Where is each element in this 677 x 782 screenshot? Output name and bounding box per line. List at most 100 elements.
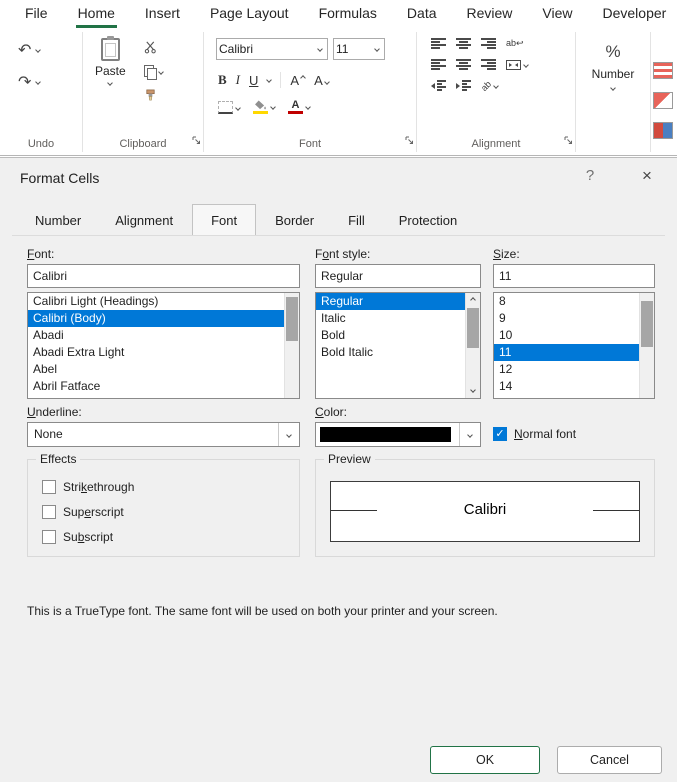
dialog-tab-border[interactable]: Border <box>260 207 329 235</box>
chevron-down-icon[interactable] <box>266 77 273 83</box>
wrap-text-button[interactable]: ab↩ <box>506 38 524 49</box>
font-size-combo[interactable] <box>333 38 385 60</box>
redo-button[interactable]: ↷ <box>18 72 82 92</box>
dialog-tab-number[interactable]: Number <box>20 207 96 235</box>
help-button[interactable]: ? <box>579 167 601 184</box>
borders-button[interactable] <box>218 101 241 114</box>
font-option[interactable]: Calibri Light (Headings) <box>28 293 299 310</box>
close-button[interactable]: × <box>635 166 659 186</box>
increase-indent-button[interactable] <box>456 80 471 91</box>
top-align-button[interactable] <box>431 38 446 49</box>
font-dialog-launcher[interactable] <box>405 133 414 151</box>
number-format-button[interactable]: % Number <box>576 28 650 91</box>
scroll-down-arrow[interactable] <box>466 384 480 398</box>
dropdown-button[interactable] <box>278 423 299 446</box>
scrollbar-thumb[interactable] <box>641 301 653 347</box>
copy-button[interactable] <box>143 64 164 80</box>
font-option[interactable]: Abadi <box>28 327 299 344</box>
tab-review[interactable]: Review <box>452 0 528 28</box>
font-option[interactable]: Abril Fatface <box>28 378 299 395</box>
dialog-tab-alignment[interactable]: Alignment <box>100 207 188 235</box>
cell-styles-icon[interactable] <box>653 122 673 139</box>
decrease-font-size-button[interactable]: A <box>314 73 330 88</box>
font-name-ribbon-input[interactable] <box>219 42 302 56</box>
effects-label: Effects <box>36 452 81 466</box>
dialog-tab-protection[interactable]: Protection <box>384 207 473 235</box>
style-option[interactable]: Italic <box>316 310 480 327</box>
font-list: Calibri Light (Headings) Calibri (Body) … <box>27 292 300 399</box>
tab-file[interactable]: File <box>10 0 63 28</box>
size-option[interactable]: 8 <box>494 293 654 310</box>
bottom-align-button[interactable] <box>481 38 496 49</box>
align-left-button[interactable] <box>431 59 446 70</box>
merge-center-button[interactable] <box>506 59 529 70</box>
size-option-selected[interactable]: 11 <box>494 344 654 361</box>
tab-developer[interactable]: Developer <box>588 0 677 28</box>
chevron-down-icon <box>374 46 380 52</box>
superscript-checkbox[interactable]: Superscript <box>42 505 124 519</box>
cut-button[interactable] <box>144 40 163 55</box>
size-list-scrollbar[interactable] <box>639 293 654 398</box>
cancel-button[interactable]: Cancel <box>557 746 662 774</box>
chevron-down-icon <box>323 78 330 85</box>
tab-data[interactable]: Data <box>392 0 452 28</box>
chevron-down-icon <box>35 79 42 85</box>
clipboard-dialog-launcher[interactable] <box>192 133 201 151</box>
undo-button[interactable]: ↶ <box>18 40 82 60</box>
color-dropdown[interactable] <box>315 422 481 447</box>
style-option[interactable]: Bold Italic <box>316 344 480 361</box>
bold-button[interactable]: B <box>218 72 227 88</box>
font-option[interactable]: Abadi Extra Light <box>28 344 299 361</box>
format-as-table-icon[interactable] <box>653 92 673 109</box>
align-center-button[interactable] <box>456 59 471 70</box>
subscript-checkbox[interactable]: Subscript <box>42 530 113 544</box>
scroll-up-arrow[interactable] <box>466 293 480 307</box>
tab-insert[interactable]: Insert <box>130 0 195 28</box>
normal-font-checkbox[interactable]: ✓ Normal font <box>493 427 576 441</box>
dropdown-button[interactable] <box>459 423 480 446</box>
style-option-selected[interactable]: Regular <box>316 293 480 310</box>
size-option[interactable]: 9 <box>494 310 654 327</box>
tab-formulas[interactable]: Formulas <box>304 0 392 28</box>
chevron-down-icon <box>35 47 42 53</box>
strikethrough-checkbox[interactable]: Strikethrough <box>42 480 134 494</box>
font-color-button[interactable]: A <box>288 100 311 114</box>
orientation-button[interactable]: ab <box>479 78 499 93</box>
font-style-input[interactable] <box>315 264 481 288</box>
decrease-indent-button[interactable] <box>431 80 446 91</box>
tab-view[interactable]: View <box>527 0 587 28</box>
align-right-button[interactable] <box>481 59 496 70</box>
ribbon-group-undo: ↶ ↷ Undo <box>0 28 82 155</box>
dialog-tab-fill[interactable]: Fill <box>333 207 380 235</box>
format-painter-button[interactable] <box>144 88 163 103</box>
font-option-selected[interactable]: Calibri (Body) <box>28 310 299 327</box>
increase-font-size-button[interactable]: A <box>290 73 306 88</box>
tab-page-layout[interactable]: Page Layout <box>195 0 304 28</box>
dialog-tab-font[interactable]: Font <box>192 204 257 236</box>
paste-button[interactable]: Paste <box>83 36 134 135</box>
font-name-combo[interactable] <box>216 38 328 60</box>
font-option[interactable]: Abel <box>28 361 299 378</box>
conditional-formatting-icon[interactable] <box>653 62 673 79</box>
font-size-ribbon-input[interactable] <box>336 42 362 56</box>
tab-home[interactable]: Home <box>63 0 130 28</box>
scrollbar-thumb[interactable] <box>286 297 298 341</box>
underline-dropdown[interactable]: None <box>27 422 300 447</box>
italic-button[interactable]: I <box>236 72 240 88</box>
preview-text: Calibri <box>463 501 507 518</box>
size-option[interactable]: 14 <box>494 378 654 395</box>
scrollbar-thumb[interactable] <box>467 308 479 348</box>
chevron-down-icon <box>523 61 529 68</box>
middle-align-button[interactable] <box>456 38 471 49</box>
style-list-scrollbar[interactable] <box>465 293 480 398</box>
size-input[interactable] <box>493 264 655 288</box>
ok-button[interactable]: OK <box>430 746 540 774</box>
size-option[interactable]: 10 <box>494 327 654 344</box>
font-list-scrollbar[interactable] <box>284 293 299 398</box>
fill-color-button[interactable] <box>253 100 276 114</box>
underline-button[interactable]: U <box>249 73 258 88</box>
style-option[interactable]: Bold <box>316 327 480 344</box>
size-option[interactable]: 12 <box>494 361 654 378</box>
font-name-input[interactable] <box>27 264 300 288</box>
alignment-dialog-launcher[interactable] <box>564 133 573 151</box>
